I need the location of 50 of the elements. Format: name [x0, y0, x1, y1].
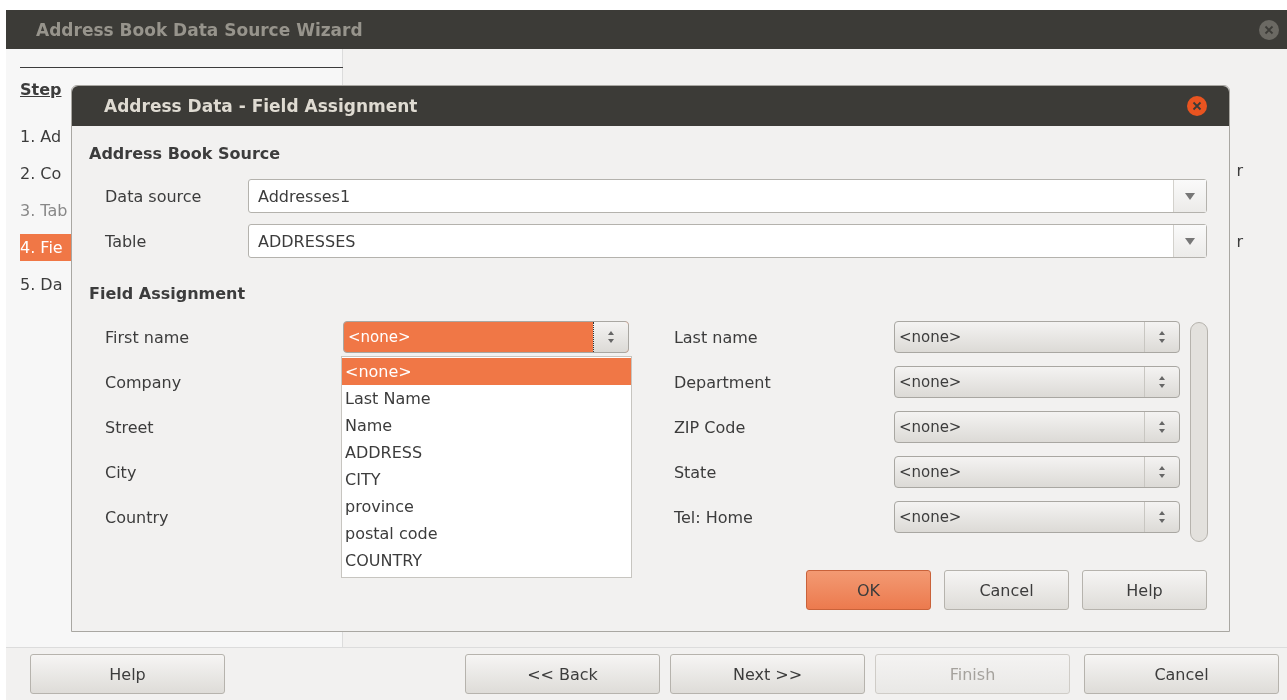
- scrollbar[interactable]: [1190, 322, 1208, 542]
- dropdown-option[interactable]: COUNTRY: [342, 547, 631, 574]
- field-label: Street: [105, 417, 155, 437]
- field-select[interactable]: <none>: [893, 321, 1180, 353]
- description-text: r: [1236, 232, 1243, 251]
- field-label: Company: [105, 372, 183, 392]
- wizard-button[interactable]: Next >>: [670, 654, 865, 694]
- dialog-button[interactable]: OK: [806, 570, 931, 610]
- spin-arrows-icon: [1157, 510, 1166, 524]
- combo-box[interactable]: ADDRESSES: [248, 224, 1207, 258]
- description-text: r: [1236, 161, 1243, 180]
- field-label: City: [105, 462, 138, 482]
- field-select[interactable]: <none>: [893, 411, 1180, 443]
- close-icon[interactable]: [1187, 96, 1207, 116]
- spin-arrows-icon: [607, 330, 615, 344]
- dropdown-option[interactable]: postal code: [342, 520, 631, 547]
- wizard-button[interactable]: Help: [30, 654, 225, 694]
- dialog-title: Address Data - Field Assignment: [104, 96, 418, 116]
- combo-box[interactable]: Addresses1: [248, 179, 1207, 213]
- dropdown-option[interactable]: Last Name: [342, 385, 631, 412]
- field-label: Data source: [105, 186, 203, 206]
- dropdown-option[interactable]: CITY: [342, 466, 631, 493]
- wizard-button[interactable]: << Back: [465, 654, 660, 694]
- field-select[interactable]: <none>: [893, 366, 1180, 398]
- field-label: Last name: [673, 327, 759, 347]
- steps-heading: Step: [20, 80, 63, 99]
- section-heading: Address Book Source: [89, 144, 282, 165]
- dropdown-arrow-icon: [1185, 237, 1195, 245]
- field-select[interactable]: <none>: [893, 501, 1180, 533]
- spin-arrows-icon: [1157, 330, 1166, 344]
- field-label: State: [673, 462, 718, 482]
- dialog-button[interactable]: Help: [1082, 570, 1207, 610]
- dialog-button[interactable]: Cancel: [944, 570, 1069, 610]
- field-label: First name: [105, 327, 191, 347]
- dropdown-option[interactable]: ADDRESS: [342, 439, 631, 466]
- field-label: Country: [105, 507, 170, 527]
- field-label: ZIP Code: [673, 417, 747, 437]
- field-select[interactable]: <none>: [893, 456, 1180, 488]
- dropdown-option[interactable]: Name: [342, 412, 631, 439]
- window-title: Address Book Data Source Wizard: [36, 19, 363, 40]
- section-heading: Field Assignment: [89, 284, 247, 305]
- wizard-button[interactable]: Cancel: [1084, 654, 1279, 694]
- dropdown-arrow-icon: [1185, 192, 1195, 200]
- field-label: Department: [673, 372, 772, 392]
- spin-arrows-icon: [1157, 465, 1166, 479]
- spin-arrows-icon: [1157, 375, 1166, 389]
- field-label: Tel: Home: [673, 507, 754, 527]
- close-icon[interactable]: [1259, 19, 1279, 40]
- dropdown-option[interactable]: province: [342, 493, 631, 520]
- spin-arrows-icon: [1157, 420, 1166, 434]
